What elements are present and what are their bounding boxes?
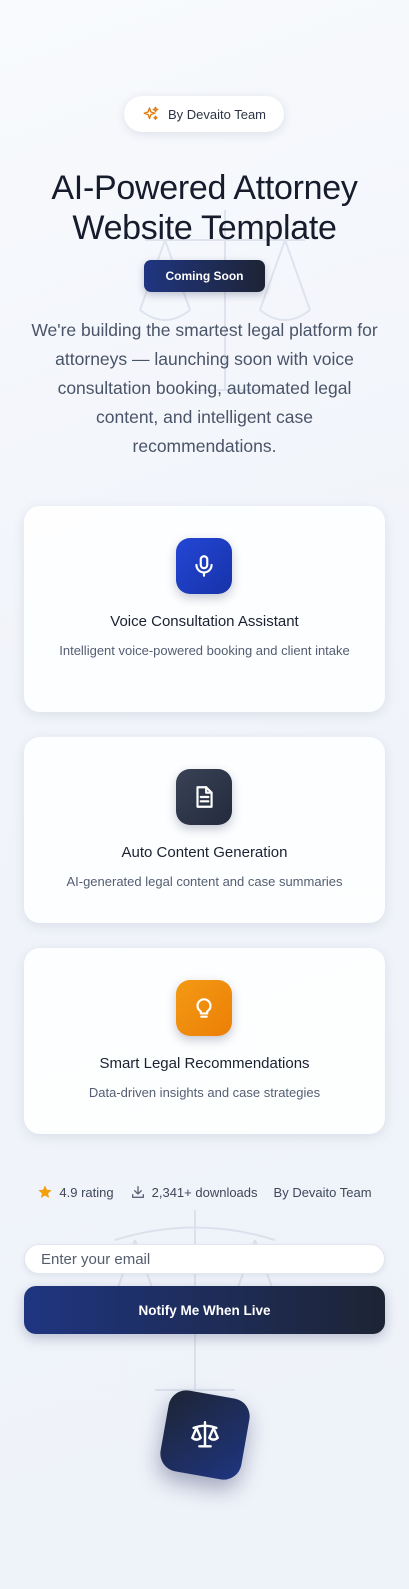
hero-description: We're building the smartest legal platfo… <box>31 320 378 456</box>
author-badge: By Devaito Team <box>124 96 284 132</box>
title-line-1: AI-Powered Attorney <box>51 169 358 207</box>
feature-description: Intelligent voice-powered booking and cl… <box>59 643 350 658</box>
microphone-icon <box>195 555 213 577</box>
feature-icon-tile <box>176 769 232 825</box>
feature-card-voice: Voice Consultation Assistant Intelligent… <box>24 506 385 712</box>
sparkles-icon <box>143 106 159 120</box>
scales-of-justice-icon <box>191 1421 219 1448</box>
feature-description: Data-driven insights and case strategies <box>88 1085 321 1100</box>
feature-icon-tile <box>176 980 232 1036</box>
rating-label: 4.9 rating <box>59 1184 114 1200</box>
author-stat: By Devaito Team <box>274 1185 372 1200</box>
downloads-stat: 2,341+ downloads <box>130 1184 258 1200</box>
feature-icon-tile <box>176 538 232 594</box>
lightbulb-icon <box>196 998 212 1018</box>
feature-title: Smart Legal Recommendations <box>99 1055 310 1072</box>
feature-title: Voice Consultation Assistant <box>110 613 299 630</box>
stats-row: 4.9 rating 2,341+ downloads By Devaito T… <box>0 1182 409 1202</box>
feature-description: AI-generated legal content and case summ… <box>66 874 343 889</box>
feature-title: Auto Content Generation <box>121 844 288 861</box>
email-input[interactable] <box>24 1244 385 1274</box>
coming-soon-tag: Coming Soon <box>144 260 265 292</box>
title-line-2: Website Template <box>72 209 337 247</box>
page-title: AI-Powered Attorney Website Template <box>0 168 409 248</box>
download-icon <box>131 1186 144 1198</box>
feature-card-recommendations: Smart Legal Recommendations Data-driven … <box>24 948 385 1134</box>
rating-stat: 4.9 rating <box>37 1184 114 1200</box>
author-label: By Devaito Team <box>273 1184 372 1200</box>
logo-tile <box>157 1387 253 1483</box>
feature-card-content: Auto Content Generation AI-generated leg… <box>24 737 385 923</box>
badge-label: By Devaito Team <box>167 106 267 122</box>
star-icon <box>38 1185 53 1198</box>
document-icon <box>196 786 213 808</box>
notify-me-button[interactable]: Notify Me When Live <box>24 1286 385 1334</box>
downloads-label: 2,341+ downloads <box>151 1184 258 1200</box>
